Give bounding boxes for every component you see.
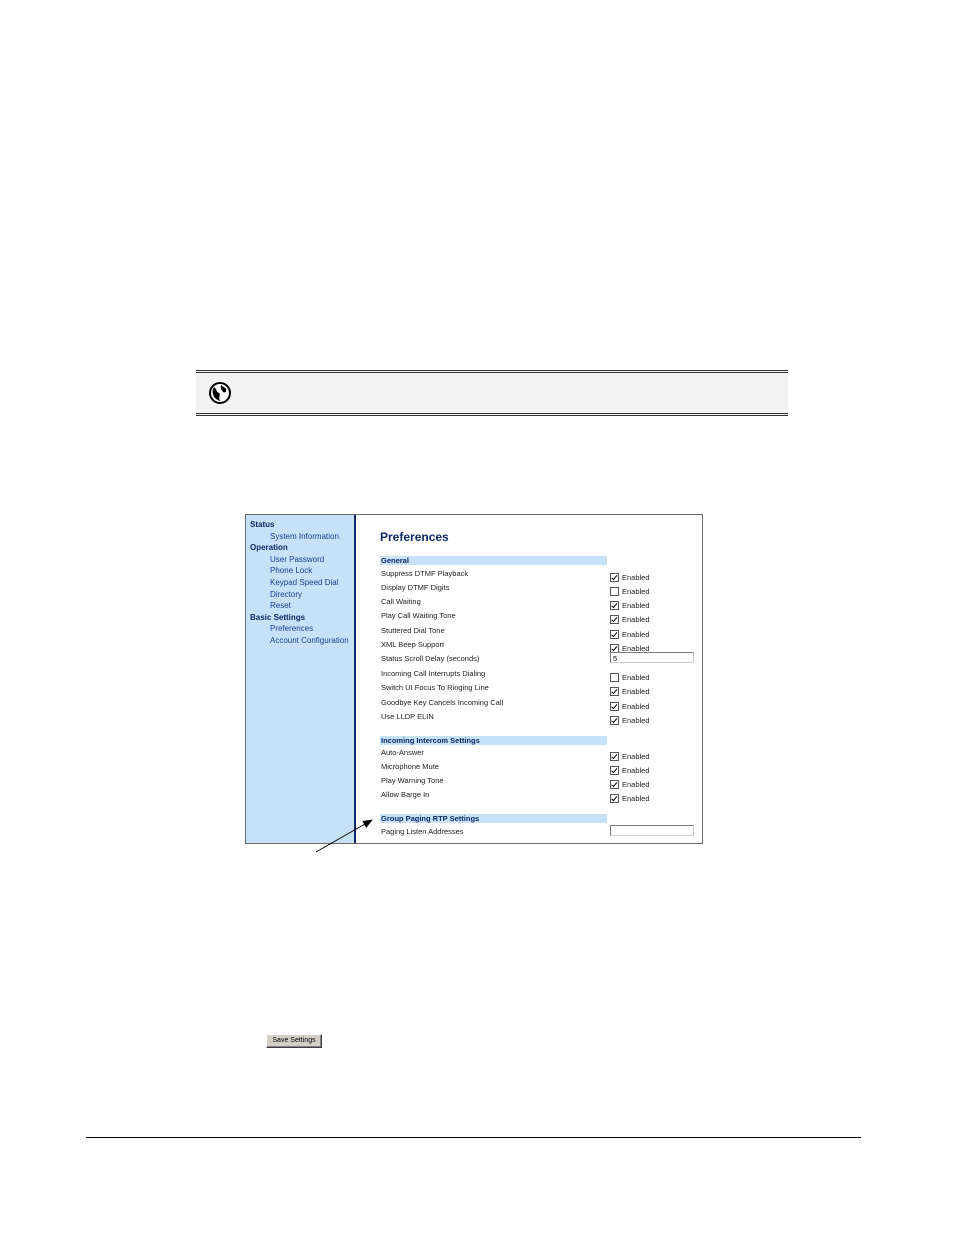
setting-row: Display DTMF Digits Enabled (380, 582, 694, 597)
checkbox-label: Enabled (622, 716, 650, 726)
sidebar-item-system-information[interactable]: System Information (270, 531, 354, 543)
setting-label: Use LLDP ELIN (381, 712, 434, 721)
enabled-checkbox-control[interactable]: Enabled (610, 626, 650, 640)
checked-checkbox[interactable] (610, 630, 619, 640)
setting-label: Status Scroll Delay (seconds) (381, 654, 480, 663)
setting-label: Play Warning Tone (381, 776, 444, 785)
checkbox-label: Enabled (622, 630, 650, 640)
setting-label: Call Waiting (381, 597, 421, 606)
save-settings-button[interactable]: Save Settings (266, 1034, 322, 1048)
setting-label: Suppress DTMF Playback (381, 569, 469, 578)
sidebar-item-account-configuration[interactable]: Account Configuration (270, 635, 354, 647)
setting-row: Incoming Call Interrupts Dialing Enabled (380, 668, 694, 683)
setting-label: Incoming Call Interrupts Dialing (381, 669, 486, 678)
setting-row: Microphone Mute Enabled (380, 761, 694, 776)
enabled-checkbox-control[interactable]: Enabled (610, 640, 650, 654)
checkbox-label: Enabled (622, 615, 650, 625)
sidebar-nav: Status System Information Operation User Pa… (246, 515, 356, 843)
enabled-checkbox-control[interactable]: Enabled (610, 583, 650, 597)
enabled-checkbox-control[interactable]: Enabled (610, 683, 650, 697)
preferences-panel: Preferences General Suppress DTMF Playbac… (356, 515, 702, 843)
checked-checkbox[interactable] (610, 573, 619, 583)
enabled-checkbox-control[interactable]: Enabled (610, 748, 650, 762)
sidebar-item-directory[interactable]: Directory (270, 589, 354, 601)
checkbox-label: Enabled (622, 573, 650, 583)
setting-row: Suppress DTMF Playback Enabled (380, 568, 694, 583)
sidebar-group-operation[interactable]: Operation (250, 542, 354, 554)
sidebar-group-basic-settings[interactable]: Basic Settings (250, 612, 354, 624)
text-input-field[interactable] (610, 825, 694, 836)
setting-label: Play Call Waiting Tone (381, 611, 456, 620)
section-header: Incoming Intercom Settings (380, 736, 607, 745)
enabled-checkbox-control[interactable]: Enabled (610, 597, 650, 611)
setting-row: Switch UI Focus To Ringing Line Enabled (380, 682, 694, 697)
unchecked-checkbox[interactable] (610, 673, 619, 683)
web-ui-screenshot: Status System Information Operation User Pa… (245, 514, 703, 844)
text-input-field[interactable]: 5 (610, 652, 694, 663)
checked-checkbox[interactable] (610, 766, 619, 776)
setting-row: Call Waiting Enabled (380, 596, 694, 611)
setting-row: Play Warning Tone Enabled (380, 775, 694, 790)
setting-label: Switch UI Focus To Ringing Line (381, 683, 489, 692)
enabled-checkbox-control[interactable]: Enabled (610, 790, 650, 804)
enabled-checkbox-control[interactable]: Enabled (610, 776, 650, 790)
checkbox-label: Enabled (622, 766, 650, 776)
checkbox-label: Enabled (622, 702, 650, 712)
sidebar-item-phone-lock[interactable]: Phone Lock (270, 565, 354, 577)
unchecked-checkbox[interactable] (610, 587, 619, 597)
setting-row: Paging Listen Addresses (380, 825, 694, 838)
setting-row: XML Beep Support Enabled (380, 639, 694, 654)
sidebar-item-user-password[interactable]: User Password (270, 554, 354, 566)
checked-checkbox[interactable] (610, 716, 619, 726)
setting-label: Auto-Answer (381, 748, 424, 757)
setting-row: Status Scroll Delay (seconds) 5 (380, 652, 694, 665)
setting-label: Paging Listen Addresses (381, 827, 464, 836)
setting-row: Stuttered Dial Tone Enabled (380, 625, 694, 640)
section-header: Group Paging RTP Settings (380, 814, 607, 823)
setting-row: Goodbye Key Cancels Incoming Call Enabled (380, 697, 694, 712)
checked-checkbox[interactable] (610, 752, 619, 762)
checkbox-label: Enabled (622, 601, 650, 611)
checked-checkbox[interactable] (610, 615, 619, 625)
checked-checkbox[interactable] (610, 601, 619, 611)
setting-label: XML Beep Support (381, 640, 445, 649)
setting-label: Allow Barge In (381, 790, 430, 799)
setting-label: Display DTMF Digits (381, 583, 450, 592)
sidebar-group-status[interactable]: Status (250, 519, 354, 531)
enabled-checkbox-control[interactable]: Enabled (610, 569, 650, 583)
enabled-checkbox-control[interactable]: Enabled (610, 698, 650, 712)
checkbox-label: Enabled (622, 794, 650, 804)
section-header: General (380, 556, 607, 565)
sidebar-item-reset[interactable]: Reset (270, 600, 354, 612)
sidebar-item-preferences[interactable]: Preferences (270, 623, 354, 635)
checkbox-label: Enabled (622, 673, 650, 683)
setting-label: Stuttered Dial Tone (381, 626, 445, 635)
footer-rule (86, 1137, 861, 1138)
globe-icon (209, 382, 231, 404)
checkbox-label: Enabled (622, 687, 650, 697)
checkbox-label: Enabled (622, 780, 650, 790)
page-title: Preferences (380, 530, 449, 544)
checked-checkbox[interactable] (610, 702, 619, 712)
setting-row: Auto-Answer Enabled (380, 747, 694, 762)
checked-checkbox[interactable] (610, 794, 619, 804)
checked-checkbox[interactable] (610, 780, 619, 790)
enabled-checkbox-control[interactable]: Enabled (610, 611, 650, 625)
setting-label: Microphone Mute (381, 762, 439, 771)
note-box (196, 370, 788, 416)
sidebar-item-keypad-speed-dial[interactable]: Keypad Speed Dial (270, 577, 354, 589)
enabled-checkbox-control[interactable]: Enabled (610, 669, 650, 683)
setting-row: Allow Barge In Enabled (380, 789, 694, 804)
setting-row: Use LLDP ELIN Enabled (380, 711, 694, 726)
enabled-checkbox-control[interactable]: Enabled (610, 712, 650, 726)
enabled-checkbox-control[interactable]: Enabled (610, 762, 650, 776)
checked-checkbox[interactable] (610, 687, 619, 697)
checkbox-label: Enabled (622, 587, 650, 597)
setting-row: Play Call Waiting Tone Enabled (380, 610, 694, 625)
setting-label: Goodbye Key Cancels Incoming Call (381, 698, 504, 707)
checkbox-label: Enabled (622, 752, 650, 762)
